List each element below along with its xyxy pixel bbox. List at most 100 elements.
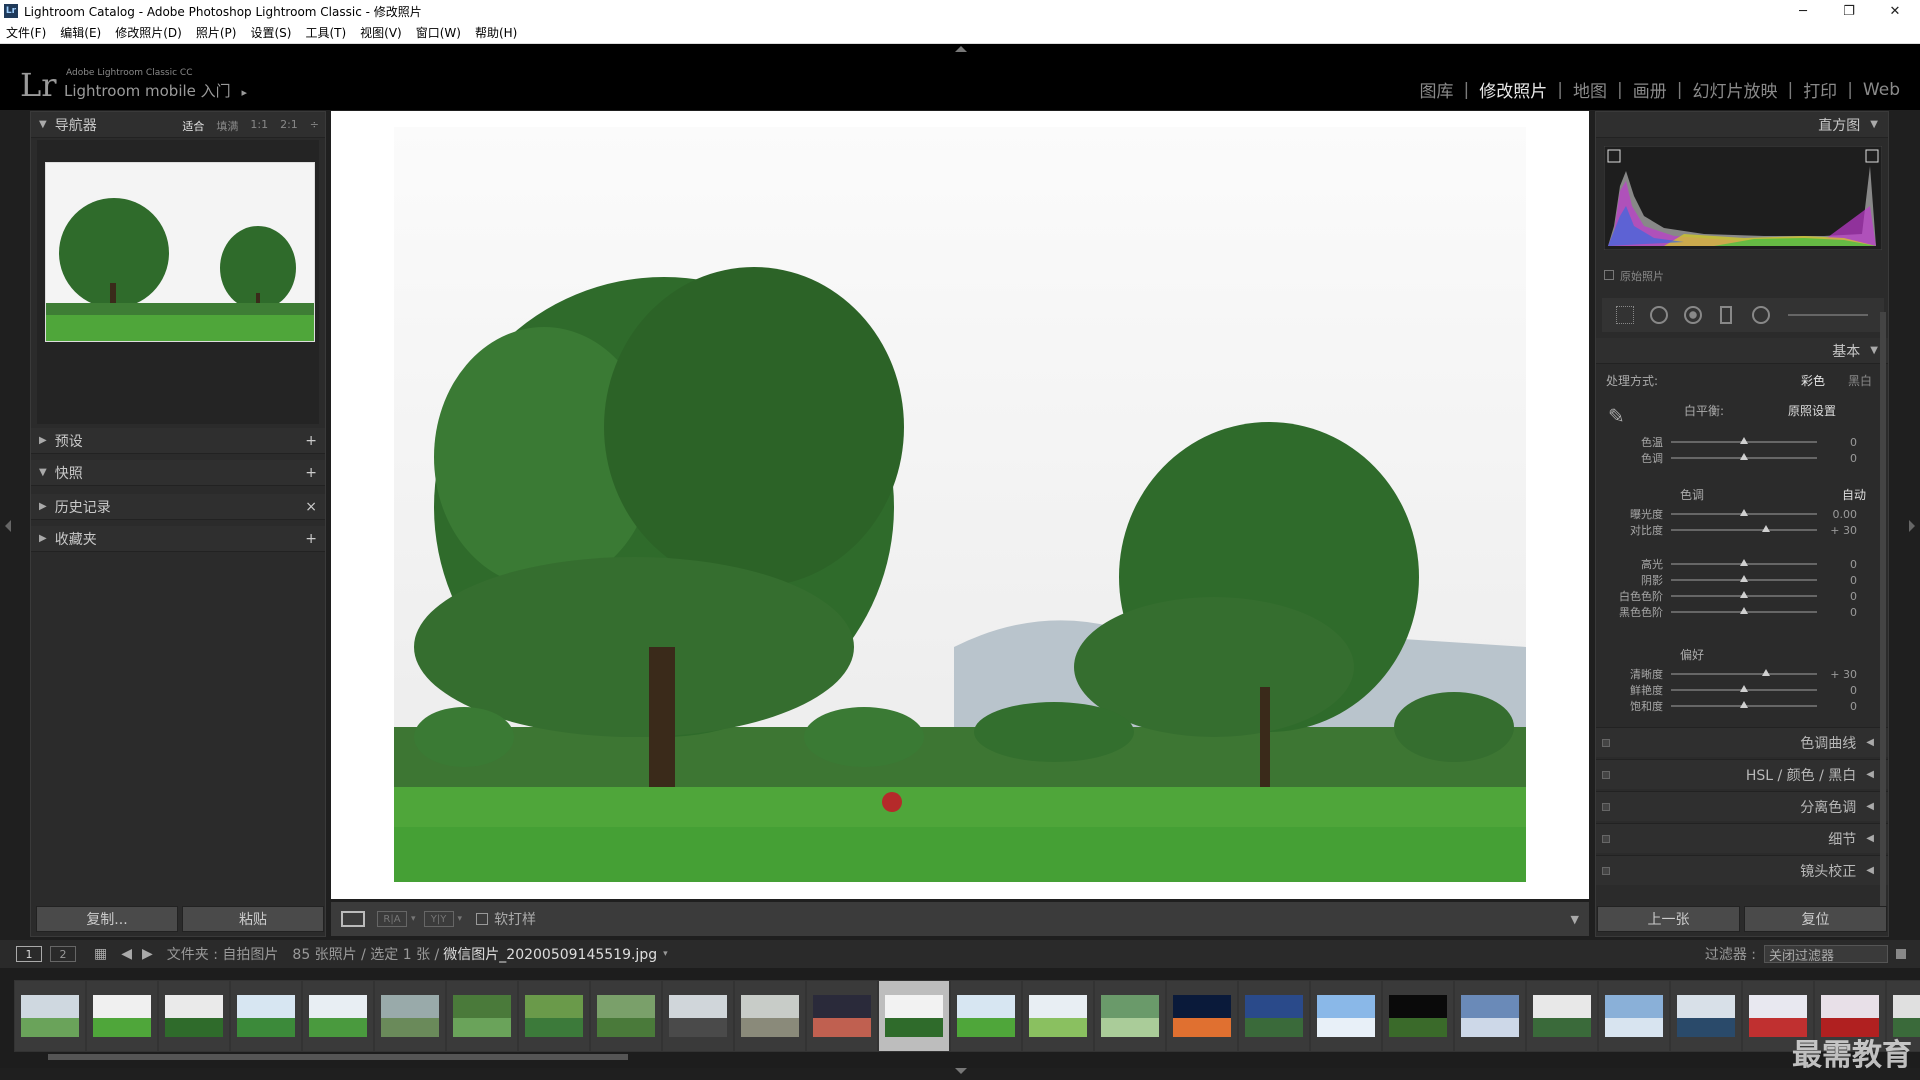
original-photo-checkbox[interactable] [1604, 270, 1614, 280]
paste-button[interactable]: 粘贴 [182, 906, 324, 932]
menu-tools[interactable]: 工具(T) [305, 24, 346, 41]
module-develop[interactable]: 修改照片 [1479, 77, 1547, 102]
slider-row[interactable]: 色温 0 [1596, 434, 1888, 450]
zoom-fit[interactable]: 适合 [182, 118, 204, 134]
zoom-2-1[interactable]: 2:1 [280, 118, 298, 134]
collections-header[interactable]: ▶ 收藏夹 + [31, 526, 325, 552]
zoom-1-1[interactable]: 1:1 [250, 118, 268, 134]
slider-track[interactable] [1671, 437, 1817, 444]
slider-value[interactable]: 0 [1817, 606, 1857, 619]
grid-view-icon[interactable]: ▦ [94, 946, 107, 962]
slider-value[interactable]: + 30 [1817, 524, 1857, 537]
slider-row[interactable]: 清晰度 + 30 [1596, 666, 1888, 682]
basic-header[interactable]: 基本 ▼ [1596, 338, 1888, 364]
filmstrip-thumbnail[interactable] [734, 980, 806, 1052]
menu-window[interactable]: 窗口(W) [416, 24, 461, 41]
slider-knob[interactable] [1740, 575, 1748, 582]
close-button[interactable]: ✕ [1872, 0, 1918, 22]
menu-file[interactable]: 文件(F) [6, 24, 46, 41]
add-preset-icon[interactable]: + [305, 433, 317, 449]
filmstrip-thumbnail[interactable] [374, 980, 446, 1052]
panel-toggle-icon[interactable] [1602, 834, 1610, 843]
menu-help[interactable]: 帮助(H) [475, 24, 517, 41]
filmstrip-thumbnail[interactable] [806, 980, 878, 1052]
collapse-left-icon[interactable] [5, 520, 11, 532]
filmstrip-thumbnail[interactable] [1022, 980, 1094, 1052]
menu-view[interactable]: 视图(V) [360, 24, 402, 41]
slider-track[interactable] [1671, 525, 1817, 532]
filmstrip-thumbnail[interactable] [1382, 980, 1454, 1052]
menu-settings[interactable]: 设置(S) [250, 24, 291, 41]
filmstrip-thumbnail[interactable] [662, 980, 734, 1052]
filmstrip-thumbnail[interactable] [518, 980, 590, 1052]
slider-track[interactable] [1671, 701, 1817, 708]
slider-track[interactable] [1671, 669, 1817, 676]
filter-dropdown[interactable]: 关闭过滤器 [1764, 945, 1888, 964]
right-panel-scrollbar[interactable] [1880, 312, 1886, 932]
navigator-thumbnail[interactable] [45, 162, 315, 342]
slider-value[interactable]: 0 [1817, 590, 1857, 603]
slider-knob[interactable] [1740, 591, 1748, 598]
collapse-bottom-icon[interactable] [955, 1068, 967, 1074]
slider-row[interactable]: 黑色色阶 0 [1596, 604, 1888, 620]
lens-correction-panel[interactable]: 镜头校正 ◀ [1596, 855, 1888, 885]
filmstrip-thumbnail[interactable] [158, 980, 230, 1052]
filmstrip-thumbnail[interactable] [1670, 980, 1742, 1052]
graduated-filter-icon[interactable] [1720, 306, 1732, 324]
slider-row[interactable]: 对比度 + 30 [1596, 522, 1888, 538]
reset-button[interactable]: 复位 [1744, 906, 1887, 932]
slider-row[interactable]: 饱和度 0 [1596, 698, 1888, 714]
panel-toggle-icon[interactable] [1602, 866, 1610, 875]
selected-filename[interactable]: 微信图片_20200509145519.jpg [443, 944, 657, 964]
main-image-view[interactable] [331, 111, 1589, 899]
filename-dropdown-icon[interactable]: ▾ [663, 949, 668, 959]
slider-knob[interactable] [1740, 453, 1748, 460]
slider-knob[interactable] [1761, 669, 1770, 676]
navigator-header[interactable]: ▼ 导航器 适合 填满 1:1 2:1 ÷ [31, 112, 325, 138]
menu-photo[interactable]: 照片(P) [196, 24, 237, 41]
add-snapshot-icon[interactable]: + [305, 465, 317, 481]
clear-history-icon[interactable]: × [305, 499, 317, 515]
loupe-view-icon[interactable] [341, 911, 365, 927]
toolbar-menu-icon[interactable]: ▼ [1571, 913, 1579, 926]
filmstrip-thumbnail[interactable] [1598, 980, 1670, 1052]
filmstrip-thumbnail[interactable] [1526, 980, 1598, 1052]
filmstrip-thumbnail[interactable] [230, 980, 302, 1052]
radial-filter-icon[interactable] [1752, 306, 1770, 324]
filmstrip-thumbnail[interactable] [86, 980, 158, 1052]
presets-header[interactable]: ▶ 预设 + [31, 428, 325, 454]
slider-value[interactable]: 0 [1817, 558, 1857, 571]
slider-track[interactable] [1671, 509, 1817, 516]
histogram-graph[interactable] [1604, 146, 1882, 250]
slider-knob[interactable] [1740, 559, 1748, 566]
tone-curve-panel[interactable]: 色调曲线 ◀ [1596, 727, 1888, 757]
crop-tool-icon[interactable] [1616, 306, 1634, 324]
panel-toggle-icon[interactable] [1602, 802, 1610, 811]
slider-row[interactable]: 曝光度 0.00 [1596, 506, 1888, 522]
adjustment-brush-icon[interactable] [1788, 314, 1868, 316]
slider-row[interactable]: 高光 0 [1596, 556, 1888, 572]
split-toning-panel[interactable]: 分离色调 ◀ [1596, 791, 1888, 821]
collapse-top-icon[interactable] [955, 46, 967, 52]
menu-edit[interactable]: 编辑(E) [60, 24, 101, 41]
snapshots-header[interactable]: ▼ 快照 + [31, 460, 325, 486]
tone-auto-button[interactable]: 自动 [1842, 486, 1866, 503]
before-after-lr-icon[interactable]: R|A [377, 911, 407, 927]
slider-track[interactable] [1671, 575, 1817, 582]
filmstrip-thumbnail[interactable] [878, 980, 950, 1052]
mobile-link[interactable]: Lightroom mobile 入门 ▸ [64, 80, 247, 101]
slider-knob[interactable] [1740, 509, 1748, 516]
filmstrip-thumbnail[interactable] [590, 980, 662, 1052]
slider-row[interactable]: 阴影 0 [1596, 572, 1888, 588]
histogram-header[interactable]: 直方图 ▼ [1596, 112, 1888, 138]
slider-value[interactable]: 0 [1817, 452, 1857, 465]
slider-value[interactable]: 0 [1817, 684, 1857, 697]
filmstrip-thumbnail[interactable] [446, 980, 518, 1052]
slider-row[interactable]: 白色色阶 0 [1596, 588, 1888, 604]
history-header[interactable]: ▶ 历史记录 × [31, 494, 325, 520]
slider-value[interactable]: + 30 [1817, 668, 1857, 681]
filmstrip-thumbnail[interactable] [302, 980, 374, 1052]
slider-knob[interactable] [1740, 437, 1748, 444]
filter-lock-icon[interactable] [1896, 949, 1906, 959]
slider-track[interactable] [1671, 591, 1817, 598]
